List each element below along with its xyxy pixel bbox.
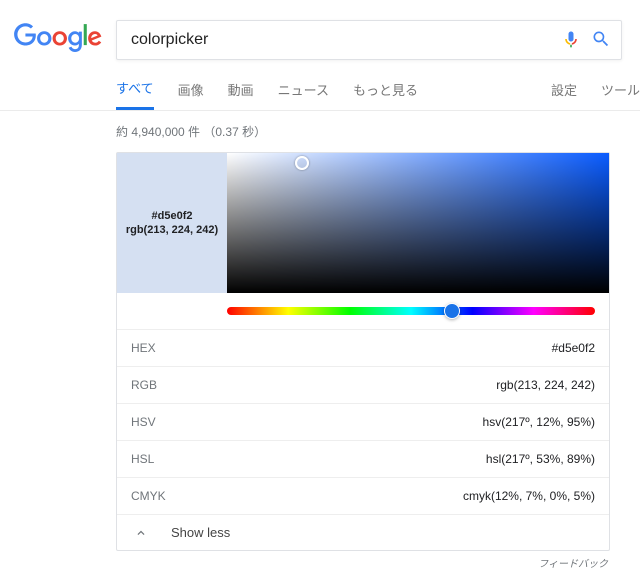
result-stats: 約 4,940,000 件 （0.37 秒）: [116, 111, 640, 152]
search-tabs: すべて 画像 動画 ニュース もっと見る 設定 ツール: [116, 60, 640, 110]
hsv-label: HSV: [131, 415, 156, 429]
cmyk-value: cmyk(12%, 7%, 0%, 5%): [463, 489, 595, 503]
tab-more[interactable]: もっと見る: [353, 80, 418, 109]
feedback-link[interactable]: フィードバック: [116, 551, 610, 570]
sv-cursor[interactable]: [295, 156, 309, 170]
swatch-hex: #d5e0f2: [152, 210, 193, 222]
colorpicker-card: #d5e0f2 rgb(213, 224, 242) HEX #d5e0f2 R…: [116, 152, 610, 551]
hsl-value: hsl(217º, 53%, 89%): [486, 452, 595, 466]
show-less-label: Show less: [171, 525, 230, 540]
chevron-up-icon: [131, 526, 151, 540]
hsl-label: HSL: [131, 452, 154, 466]
tab-images[interactable]: 画像: [178, 80, 204, 109]
hex-label: HEX: [131, 341, 156, 355]
tab-videos[interactable]: 動画: [228, 80, 254, 109]
tab-all[interactable]: すべて: [116, 78, 154, 110]
tab-tools[interactable]: ツール: [601, 80, 640, 109]
hsv-value: hsv(217º, 12%, 95%): [483, 415, 595, 429]
table-row: HSV hsv(217º, 12%, 95%): [117, 403, 609, 440]
voice-search-icon[interactable]: [561, 29, 581, 52]
table-row: CMYK cmyk(12%, 7%, 0%, 5%): [117, 477, 609, 514]
table-row: HSL hsl(217º, 53%, 89%): [117, 440, 609, 477]
show-less-toggle[interactable]: Show less: [117, 514, 609, 550]
tab-settings[interactable]: 設定: [551, 80, 577, 109]
table-row: RGB rgb(213, 224, 242): [117, 366, 609, 403]
rgb-value: rgb(213, 224, 242): [496, 378, 595, 392]
google-logo[interactable]: [14, 23, 102, 56]
search-bar[interactable]: [116, 20, 622, 60]
search-icon[interactable]: [591, 29, 611, 52]
cmyk-label: CMYK: [131, 489, 166, 503]
hue-slider[interactable]: [227, 307, 595, 315]
tab-news[interactable]: ニュース: [278, 80, 329, 109]
saturation-value-area[interactable]: [227, 153, 609, 293]
table-row: HEX #d5e0f2: [117, 329, 609, 366]
rgb-label: RGB: [131, 378, 157, 392]
hue-handle[interactable]: [444, 303, 460, 319]
hex-value: #d5e0f2: [552, 341, 595, 355]
search-input[interactable]: [131, 31, 551, 49]
color-swatch: #d5e0f2 rgb(213, 224, 242): [117, 153, 227, 293]
swatch-rgb: rgb(213, 224, 242): [126, 224, 218, 236]
